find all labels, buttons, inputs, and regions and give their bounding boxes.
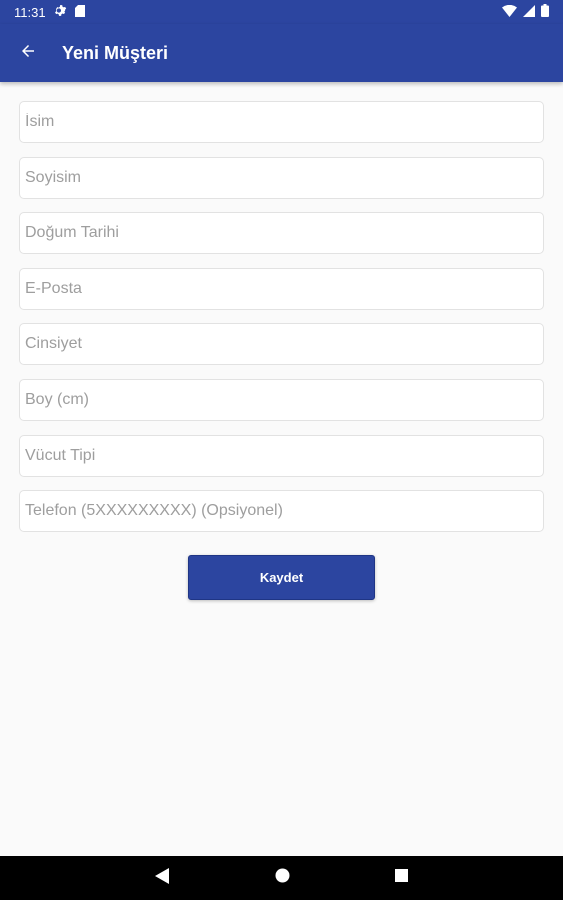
arrow-left-icon: [19, 42, 37, 65]
body-type-field-container: [19, 434, 544, 477]
customer-form: [19, 101, 544, 546]
app-bar: Yeni Müşteri: [0, 24, 563, 82]
phone-field-container: [19, 490, 544, 533]
email-input[interactable]: [25, 268, 543, 309]
body-type-input[interactable]: [25, 435, 543, 476]
phone-input[interactable]: [25, 491, 543, 532]
battery-icon: [541, 4, 549, 20]
back-button[interactable]: [0, 24, 56, 82]
signal-icon: [523, 4, 535, 20]
height-field-container: [19, 378, 544, 421]
status-bar: 11:31: [0, 0, 563, 24]
wifi-icon: [502, 4, 517, 20]
nav-back-button[interactable]: [138, 856, 186, 900]
home-circle-icon: [275, 868, 290, 888]
settings-icon: [54, 4, 67, 20]
height-input[interactable]: [25, 379, 543, 420]
birthdate-input[interactable]: [25, 213, 543, 254]
email-field-container: [19, 267, 544, 310]
gender-field-container: [19, 323, 544, 366]
name-field-container: [19, 101, 544, 143]
nav-recents-button[interactable]: [377, 856, 425, 900]
recents-square-icon: [394, 869, 408, 887]
gender-input[interactable]: [25, 324, 543, 365]
sd-card-icon: [74, 4, 85, 20]
status-time: 11:31: [14, 4, 46, 20]
surname-field-container: [19, 156, 544, 199]
navigation-bar: [0, 856, 563, 900]
status-right: [502, 4, 549, 20]
status-left: 11:31: [14, 4, 85, 20]
back-triangle-icon: [155, 867, 169, 889]
page-title: Yeni Müşteri: [62, 42, 169, 63]
name-input[interactable]: [25, 102, 543, 142]
surname-input[interactable]: [25, 157, 543, 198]
save-button[interactable]: Kaydet: [188, 555, 375, 600]
nav-home-button[interactable]: [258, 856, 306, 900]
birthdate-field-container: [19, 212, 544, 255]
